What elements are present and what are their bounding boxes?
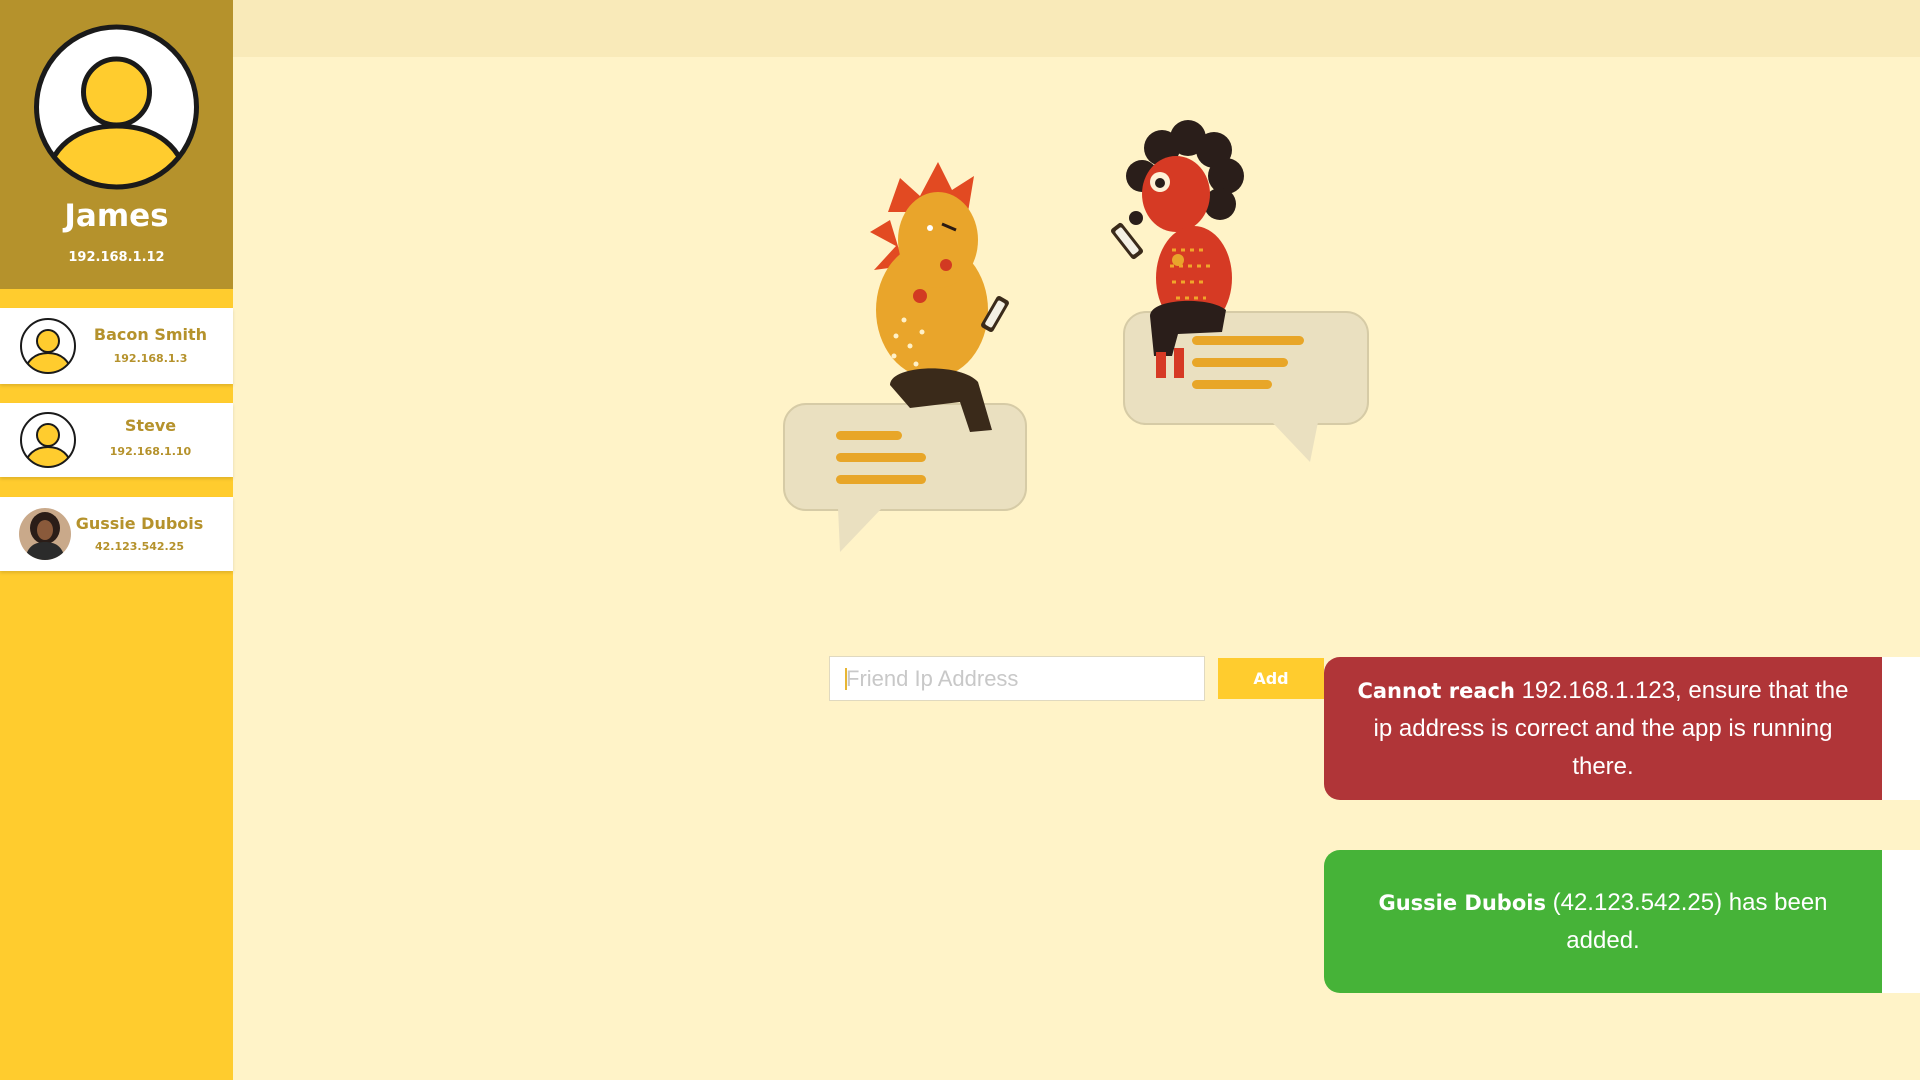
error-toast-strong: Cannot reach [1357,678,1515,703]
current-user-ip: 192.168.1.12 [68,250,165,265]
friend-name: Bacon Smith [93,325,208,344]
success-toast-text: (42.123.542.25) has been added. [1545,888,1828,954]
chat-characters-illustration [783,120,1369,552]
success-toast[interactable]: Gussie Dubois (42.123.542.25) has been a… [1324,850,1920,993]
friend-name: Steve [124,416,177,435]
friend-item-bacon-smith[interactable]: Bacon Smith 192.168.1.3 [0,308,233,384]
friend-ip-input[interactable] [829,656,1205,701]
error-toast-close-strip[interactable] [1882,657,1920,800]
friend-name: Gussie Dubois [75,514,204,533]
success-toast-message: Gussie Dubois (42.123.542.25) has been a… [1324,850,1882,993]
current-user-panel: James 192.168.1.12 [0,0,233,289]
error-toast[interactable]: Cannot reach 192.168.1.123, ensure that … [1324,657,1920,800]
top-bar [233,0,1920,57]
friend-ip: 192.168.1.3 [113,352,188,365]
text-caret [845,668,847,690]
sidebar: James 192.168.1.12 Bacon Smith 192.168.1… [0,0,233,1080]
error-toast-message: Cannot reach 192.168.1.123, ensure that … [1324,657,1882,800]
current-user-name: James [64,198,169,234]
friend-ip: 192.168.1.10 [109,445,192,458]
friend-ip: 42.123.542.25 [94,540,185,553]
friend-item-steve[interactable]: Steve 192.168.1.10 [0,403,233,477]
success-toast-close-strip[interactable] [1882,850,1920,993]
friend-item-gussie-dubois[interactable]: Gussie Dubois 42.123.542.25 [0,497,233,571]
app-window: James 192.168.1.12 Bacon Smith 192.168.1… [0,0,1920,1080]
orange-monster [870,162,1009,432]
add-friend-button[interactable]: Add [1218,658,1324,699]
user-avatar-icon [34,24,199,190]
success-toast-strong: Gussie Dubois [1378,890,1546,915]
